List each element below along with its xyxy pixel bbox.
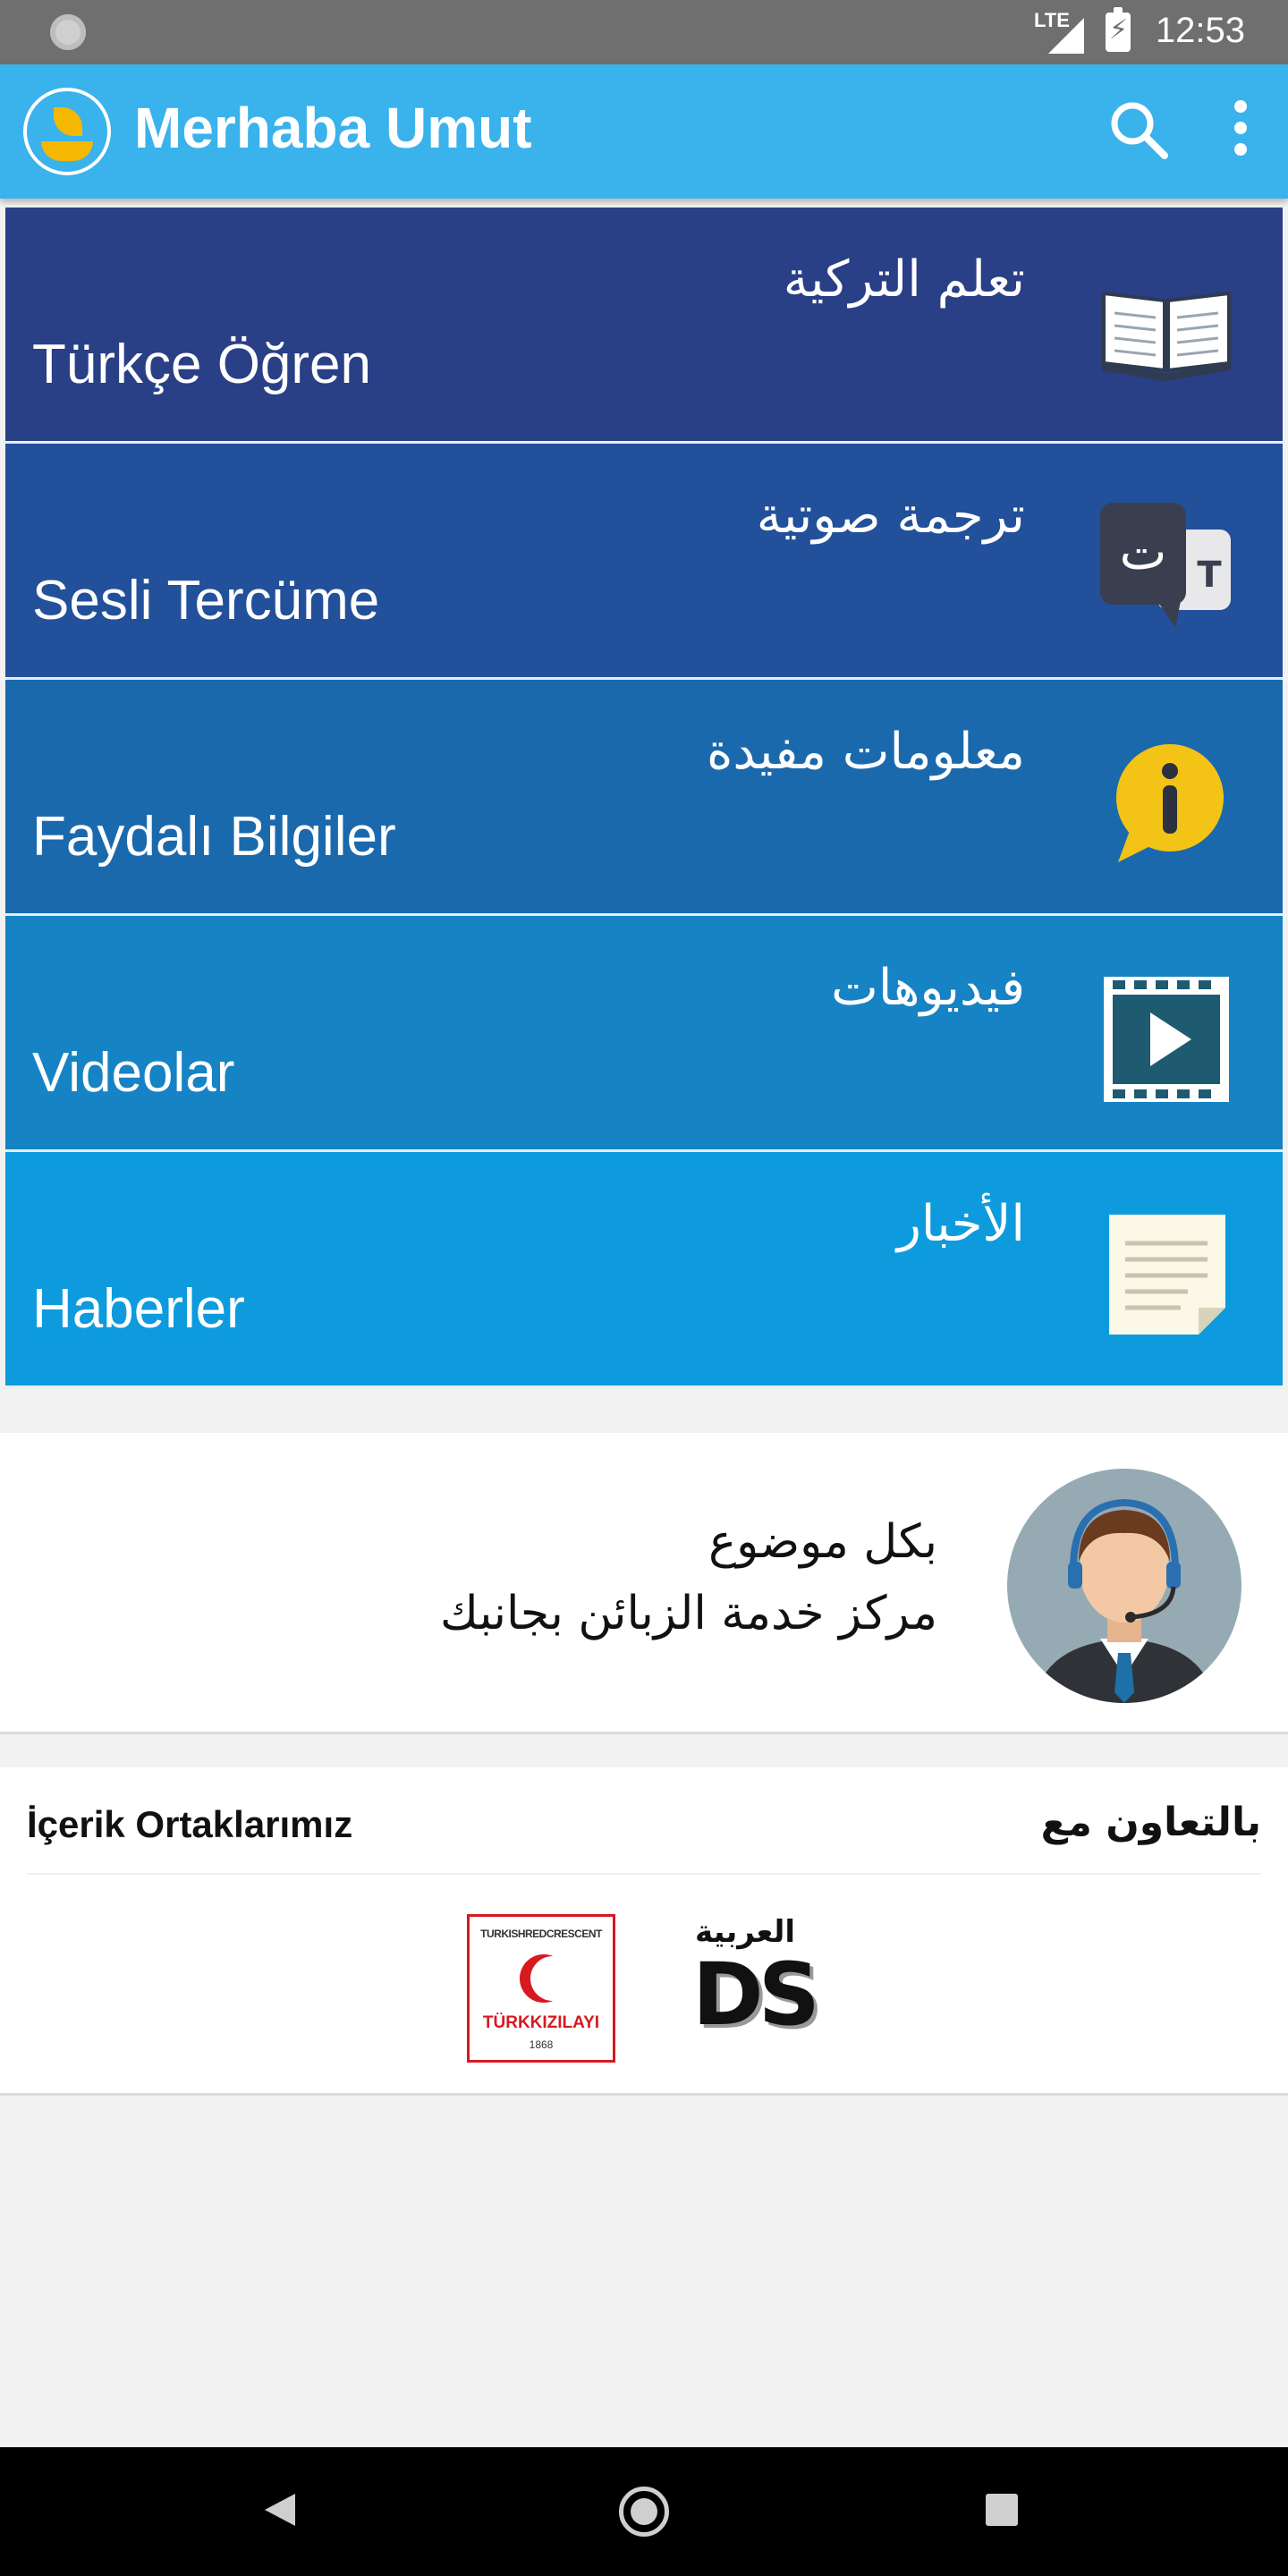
- svg-text:T: T: [1197, 555, 1222, 596]
- kizilay-top-text: TURKISHREDCRESCENT: [480, 1928, 602, 1940]
- menu-item-faydali-bilgiler[interactable]: معلومات مفيدة Faydalı Bilgiler: [5, 680, 1283, 916]
- more-options-icon[interactable]: [1227, 100, 1254, 163]
- support-line-1: بكل موضوع: [708, 1515, 937, 1569]
- system-navigation-bar: [0, 2447, 1288, 2576]
- kizilay-year: 1868: [529, 2038, 554, 2051]
- menu-item-arabic-label: فيديوهات: [831, 959, 1025, 1017]
- home-icon[interactable]: [619, 2487, 669, 2537]
- ds-letters: DS: [692, 1945, 820, 2045]
- menu-item-turkish-label: Haberler: [32, 1278, 245, 1340]
- main-menu: تعلم التركية Türkçe Öğren ترجمة صوتية Se…: [5, 208, 1283, 1388]
- info-bubble-icon: [1116, 744, 1224, 862]
- menu-item-arabic-label: تعلم التركية: [783, 250, 1025, 309]
- menu-item-turkish-label: Sesli Tercüme: [32, 570, 380, 631]
- crescent-icon: [520, 1954, 575, 2003]
- customer-service-card[interactable]: بكل موضوع مركز خدمة الزبائن بجانبك: [0, 1433, 1288, 1734]
- svg-text:ت: ت: [1120, 523, 1167, 581]
- kizilay-name: TÜRKKIZILAYI: [482, 2013, 600, 2032]
- menu-item-turkish-label: Videolar: [32, 1042, 235, 1104]
- menu-item-arabic-label: الأخبار: [896, 1195, 1025, 1253]
- app-bar: Merhaba Umut: [0, 64, 1288, 199]
- news-document-icon: [1109, 1215, 1225, 1335]
- menu-item-turkish-label: Faydalı Bilgiler: [32, 806, 396, 868]
- support-line-2: مركز خدمة الزبائن بجانبك: [440, 1587, 937, 1640]
- charging-icon: ⚡: [1109, 15, 1129, 45]
- search-icon[interactable]: [1107, 98, 1170, 161]
- menu-item-videolar[interactable]: فيديوهات Videolar: [5, 916, 1283, 1152]
- notification-icon: [50, 14, 86, 50]
- translate-icon: ت T: [1100, 503, 1231, 628]
- video-play-icon: [1104, 977, 1229, 1102]
- app-logo-icon: [23, 88, 111, 175]
- signal-icon: [1048, 18, 1084, 54]
- content-partners-section: İçerik Ortaklarımız بالتعاون مع TURKISHR…: [0, 1767, 1288, 2096]
- customer-service-agent-icon: [1007, 1469, 1241, 1703]
- menu-item-arabic-label: ترجمة صوتية: [756, 487, 1025, 545]
- status-bar: LTE ⚡ 12:53: [0, 0, 1288, 64]
- back-icon[interactable]: [265, 2494, 295, 2526]
- menu-item-arabic-label: معلومات مفيدة: [706, 723, 1025, 781]
- turk-kizilayi-logo[interactable]: TURKISHREDCRESCENT TÜRKKIZILAYI 1868: [467, 1914, 615, 2063]
- menu-item-turkish-label: Türkçe Öğren: [32, 334, 372, 395]
- book-icon: [1102, 291, 1231, 381]
- partners-title-turkish: İçerik Ortaklarımız: [27, 1803, 353, 1845]
- recent-apps-icon[interactable]: [986, 2494, 1018, 2526]
- menu-item-sesli-tercume[interactable]: ترجمة صوتية Sesli Tercüme ت T: [5, 444, 1283, 680]
- partners-title-arabic: بالتعاون مع: [1040, 1800, 1261, 1845]
- status-time: 12:53: [1155, 11, 1245, 50]
- menu-item-haberler[interactable]: الأخبار Haberler: [5, 1152, 1283, 1388]
- ds-arabia-logo[interactable]: العربية DS: [692, 1914, 820, 2063]
- app-title: Merhaba Umut: [134, 96, 532, 160]
- divider: [27, 1873, 1261, 1875]
- menu-item-turkce-ogren[interactable]: تعلم التركية Türkçe Öğren: [5, 208, 1283, 444]
